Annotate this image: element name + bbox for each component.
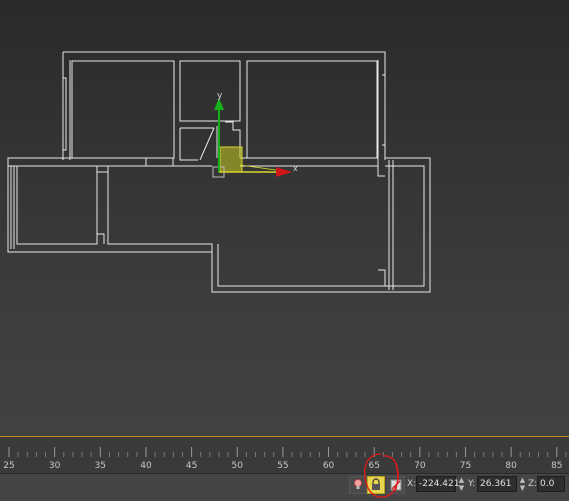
wall-outline-top	[62, 51, 386, 160]
ruler-tick-label: 25	[3, 461, 14, 471]
z-coordinate-field[interactable]: 0.0	[537, 476, 565, 492]
ruler-tick-label: 75	[460, 461, 471, 471]
x-label: X:	[407, 479, 417, 489]
annotation-circle	[363, 453, 399, 498]
spinner-icon[interactable]: ▲ ▼	[519, 476, 526, 492]
y-coordinate-field[interactable]: 26.361	[477, 476, 517, 492]
spinner-icon[interactable]: ▲ ▼	[458, 476, 465, 492]
room-top-middle	[179, 60, 241, 122]
status-bar: X: -224.421 ▲ ▼ Y: 26.361 ▲ ▼ Z: 0.0	[0, 473, 569, 501]
selected-object	[219, 146, 243, 173]
ruler-tick-label: 55	[277, 461, 288, 471]
ruler-tick-label: 80	[505, 461, 517, 471]
y-label: Y:	[468, 479, 476, 489]
ruler-tick-label: 60	[323, 461, 335, 471]
floor-plan-drawing[interactable]: y x	[0, 0, 569, 437]
ruler-tick-label: 35	[95, 461, 106, 471]
ruler-tick-label: 50	[232, 461, 244, 471]
gizmo-arrow-x	[276, 167, 292, 177]
room-left	[16, 165, 98, 245]
axis-y-label: y	[217, 91, 223, 101]
room-bath	[179, 127, 214, 161]
ruler-tick-label: 45	[186, 461, 197, 471]
ruler-tick-label: 30	[49, 461, 61, 471]
viewport-perspective[interactable]: y x	[0, 0, 569, 437]
room-top-right	[246, 60, 378, 159]
axis-x-label: x	[293, 164, 298, 173]
z-label: Z:	[528, 479, 538, 489]
ruler-tick-label: 85	[551, 461, 562, 471]
x-coordinate-field[interactable]: -224.421	[416, 476, 459, 492]
ruler-tick-label: 70	[414, 461, 426, 471]
time-ruler[interactable]: 25 30 35 40 45 50 55 60 65 70 75 80 85	[0, 447, 569, 472]
ruler-tick-label: 40	[140, 461, 152, 471]
room-top-left	[71, 60, 175, 159]
